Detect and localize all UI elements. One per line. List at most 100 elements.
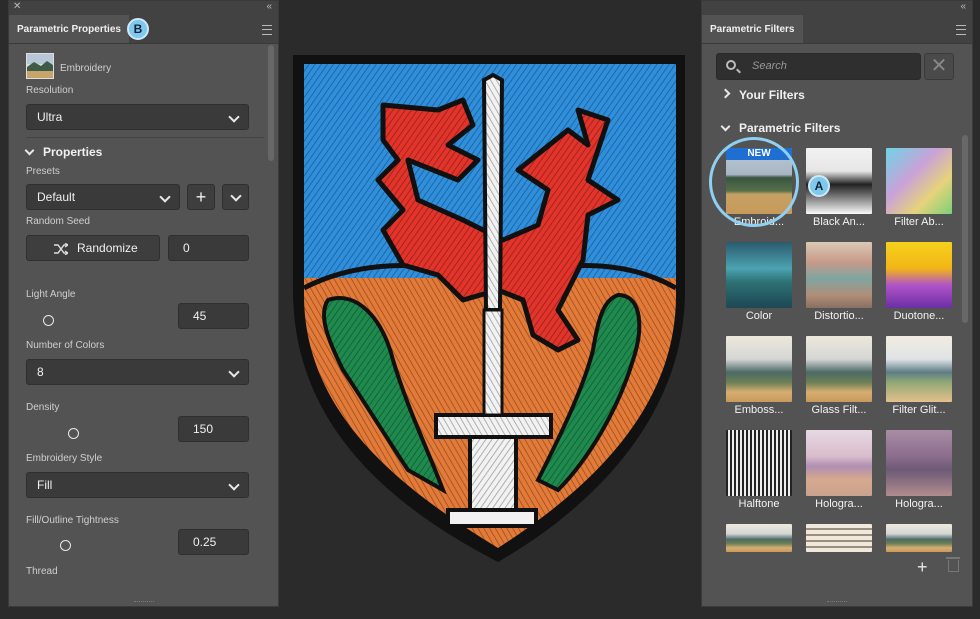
divider [26,137,264,138]
presets-label: Presets [26,166,60,177]
your-filters-title: Your Filters [739,88,805,102]
filter-thumbnail [886,242,952,308]
number-of-colors-label: Number of Colors [26,340,105,351]
resize-grip[interactable] [133,601,154,605]
filter-thumbnail [886,524,952,552]
filter-thumbnail [886,336,952,402]
properties-section-title: Properties [43,145,103,159]
filter-tile-label: Color [745,310,773,322]
density-label: Density [26,402,60,413]
randomize-label: Randomize [77,241,138,255]
chevron-down-icon [228,366,240,378]
filter-thumbnail [886,148,952,214]
randomize-button[interactable]: Randomize [26,235,160,261]
filter-thumbnail [806,242,872,308]
filter-thumbnail [726,430,792,496]
disclosure-down-icon [24,145,35,156]
resolution-select[interactable]: Ultra [26,104,249,130]
panel-top-strip: « [702,1,972,15]
preset-menu-button[interactable] [222,184,249,210]
layer-thumbnail [26,53,54,79]
filter-tile[interactable]: Hologra... [806,430,872,510]
resolution-label: Resolution [26,85,74,96]
tightness-input[interactable]: 0.25 [178,529,249,555]
close-panel-icon[interactable]: ✕ [13,1,21,12]
filter-tile-label: Emboss... [734,404,784,416]
light-angle-slider-knob[interactable] [43,315,54,326]
filter-tile[interactable] [726,524,792,552]
filter-thumbnail [806,336,872,402]
light-angle-label: Light Angle [26,289,76,300]
disclosure-down-icon [720,121,731,132]
filter-tile-label: Distortio... [814,310,864,322]
filter-tile-label: Glass Filt... [811,404,867,416]
thread-label: Thread [26,566,58,577]
filter-tile[interactable]: Emboss... [726,336,792,416]
tightness-slider-knob[interactable] [60,540,71,551]
filter-tile[interactable]: Filter Glit... [886,336,952,416]
filter-tile[interactable]: Distortio... [806,242,872,322]
add-preset-button[interactable]: + [187,184,215,210]
filter-tile[interactable] [886,524,952,552]
trash-icon[interactable] [946,557,960,572]
embroidery-style-select[interactable]: Fill [26,472,249,498]
density-slider-knob[interactable] [68,428,79,439]
filter-tile[interactable]: Duotone... [886,242,952,322]
clear-search-button[interactable]: ✕ [924,53,954,80]
filter-thumbnail [886,430,952,496]
parametric-filters-header[interactable]: Parametric Filters [720,121,841,135]
close-icon: ✕ [930,55,948,77]
embroidery-style-label: Embroidery Style [26,453,103,464]
chevron-down-icon [230,190,242,202]
presets-value: Default [37,190,76,204]
filter-tile[interactable]: Halftone [726,430,792,510]
collapse-panel-icon[interactable]: « [960,1,966,12]
filter-thumbnail [806,524,872,552]
search-icon [726,60,736,70]
parametric-filters-panel: « Parametric Filters Search ✕ Your Filte… [701,0,973,607]
tab-parametric-filters[interactable]: Parametric Filters [702,15,803,43]
filter-tile[interactable]: Glass Filt... [806,336,872,416]
canvas-embroidered-shield [293,55,685,562]
your-filters-header[interactable]: Your Filters [720,88,805,102]
scrollbar[interactable] [962,135,968,323]
embroidery-style-value: Fill [37,478,53,492]
filter-tile-label: Hologra... [895,498,943,510]
layer-name: Embroidery [60,63,112,74]
filter-tile[interactable]: Hologra... [886,430,952,510]
presets-select[interactable]: Default [26,184,180,210]
add-filter-button[interactable]: + [917,557,928,578]
filter-search-input[interactable]: Search [716,53,921,80]
filter-tile-label: Filter Glit... [892,404,946,416]
chevron-down-icon [228,111,240,123]
panel-menu-icon[interactable] [956,25,966,35]
filter-thumbnail [806,430,872,496]
random-seed-input[interactable]: 0 [168,235,249,261]
filter-tile[interactable]: Color [726,242,792,322]
disclosure-right-icon [720,88,731,99]
parametric-filters-title: Parametric Filters [739,121,841,135]
filter-thumbnail [726,524,792,552]
filter-tile[interactable]: Filter Ab... [886,148,952,228]
number-of-colors-select[interactable]: 8 [26,359,249,385]
density-input[interactable]: 150 [178,416,249,442]
plus-icon: + [195,187,207,207]
filter-thumbnail [726,336,792,402]
panel-menu-icon[interactable] [262,25,272,35]
number-of-colors-value: 8 [37,365,44,379]
tightness-label: Fill/Outline Tightness [26,515,119,526]
filter-tile-label: Duotone... [893,310,945,322]
chevron-down-icon [228,479,240,491]
collapse-panel-icon[interactable]: « [266,1,272,12]
filter-tile-label: Halftone [738,498,780,510]
properties-section-header[interactable]: Properties [24,145,103,159]
resize-grip[interactable] [827,601,847,605]
search-placeholder: Search [752,60,787,72]
light-angle-input[interactable]: 45 [178,303,249,329]
tab-parametric-properties[interactable]: Parametric Properties [9,15,129,43]
panel-tab-bar: Parametric Filters [702,15,972,44]
filter-tile[interactable] [806,524,872,552]
scrollbar[interactable] [268,45,274,161]
filter-tile-label: Filter Ab... [894,216,944,228]
panel-top-strip: ✕ « [9,1,278,15]
